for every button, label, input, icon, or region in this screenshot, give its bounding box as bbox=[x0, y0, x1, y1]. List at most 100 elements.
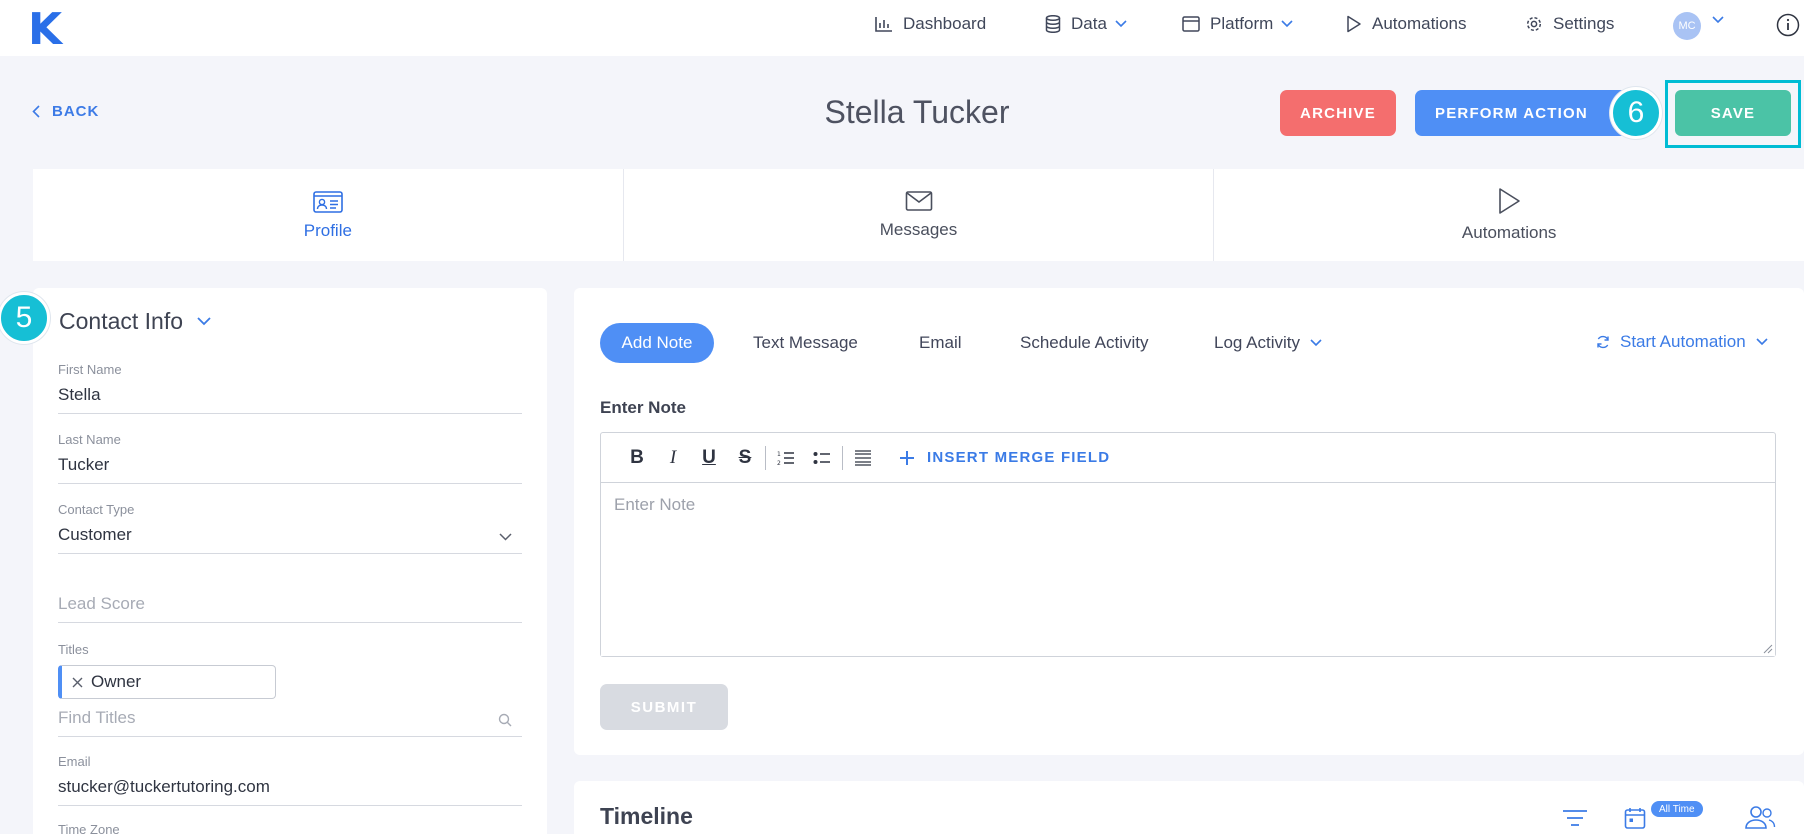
start-automation-label: Start Automation bbox=[1620, 332, 1746, 351]
contact-info-title: Contact Info bbox=[59, 308, 184, 334]
tab-messages[interactable]: Messages bbox=[624, 169, 1215, 261]
contact-type-value: Customer bbox=[58, 525, 132, 544]
first-name-field[interactable]: First Name Stella bbox=[58, 362, 522, 414]
svg-text:1: 1 bbox=[777, 451, 781, 458]
bullet-list-icon bbox=[813, 451, 830, 464]
page-title: Stella Tucker bbox=[824, 94, 1010, 130]
top-navigation: K Dashboard Data Platform Automations Se… bbox=[0, 0, 1804, 56]
horizontal-rule-button[interactable] bbox=[845, 443, 881, 473]
find-titles-field[interactable] bbox=[58, 705, 522, 737]
insert-merge-field-label: INSERT MERGE FIELD bbox=[927, 449, 1111, 466]
bold-button[interactable]: B bbox=[619, 443, 655, 473]
note-textarea[interactable] bbox=[601, 483, 1775, 656]
toolbar-divider bbox=[765, 445, 766, 470]
first-name-label: First Name bbox=[58, 362, 122, 377]
play-icon bbox=[1347, 15, 1361, 33]
filter-icon[interactable] bbox=[1562, 809, 1588, 827]
tab-log-activity[interactable]: Log Activity bbox=[1214, 323, 1322, 363]
ordered-list-icon: 12 bbox=[777, 451, 794, 466]
tab-automations-label: Automations bbox=[1461, 223, 1557, 242]
tab-email[interactable]: Email bbox=[919, 323, 962, 363]
nav-dashboard[interactable]: Dashboard bbox=[875, 12, 986, 36]
tab-schedule-activity[interactable]: Schedule Activity bbox=[1020, 323, 1149, 363]
title-chip-label: Owner bbox=[91, 672, 142, 691]
nav-data[interactable]: Data bbox=[1045, 12, 1127, 36]
bar-chart-icon bbox=[875, 17, 892, 32]
app-logo[interactable]: K bbox=[28, 4, 62, 55]
nav-platform[interactable]: Platform bbox=[1182, 12, 1293, 36]
strikethrough-button[interactable]: S bbox=[727, 443, 763, 473]
info-icon[interactable] bbox=[1776, 13, 1800, 37]
archive-button[interactable]: ARCHIVE bbox=[1280, 90, 1396, 136]
time-zone-label: Time Zone bbox=[58, 822, 120, 834]
lead-score-field[interactable]: Lead Score bbox=[58, 594, 522, 623]
titles-label: Titles bbox=[58, 642, 89, 657]
time-zone-field[interactable]: Time Zone bbox=[58, 822, 522, 834]
italic-button[interactable]: I bbox=[655, 443, 691, 473]
chevron-down-icon bbox=[1115, 20, 1127, 28]
find-titles-input[interactable] bbox=[58, 705, 478, 728]
contact-info-header[interactable]: Contact Info bbox=[59, 308, 211, 335]
tab-profile-label: Profile bbox=[303, 221, 352, 240]
last-name-label: Last Name bbox=[58, 432, 121, 447]
title-chip: Owner bbox=[58, 665, 276, 699]
envelope-icon bbox=[905, 191, 932, 211]
note-editor: B I U S 12 INSERT MERGE FIELD bbox=[600, 432, 1776, 657]
insert-merge-field-button[interactable]: INSERT MERGE FIELD bbox=[899, 449, 1110, 466]
play-icon bbox=[1499, 188, 1520, 214]
chevron-left-icon bbox=[32, 105, 40, 118]
timeline-panel: Timeline All Time bbox=[574, 781, 1804, 834]
contact-type-label: Contact Type bbox=[58, 502, 135, 517]
back-label: BACK bbox=[52, 103, 100, 120]
last-name-field[interactable]: Last Name Tucker bbox=[58, 432, 522, 484]
tab-profile[interactable]: Profile bbox=[33, 169, 624, 261]
back-link[interactable]: BACK bbox=[32, 103, 99, 120]
nav-automations-label: Automations bbox=[1372, 14, 1467, 33]
nav-automations[interactable]: Automations bbox=[1346, 12, 1467, 36]
close-icon[interactable] bbox=[72, 677, 83, 688]
underline-button[interactable]: U bbox=[691, 443, 727, 473]
start-automation-button[interactable]: Start Automation bbox=[1596, 332, 1768, 352]
tab-automations[interactable]: Automations bbox=[1214, 169, 1804, 261]
resize-grip-icon[interactable] bbox=[1763, 644, 1773, 654]
window-icon bbox=[1182, 16, 1200, 32]
gear-icon bbox=[1526, 16, 1542, 32]
tab-add-note[interactable]: Add Note bbox=[600, 323, 714, 363]
calendar-icon[interactable] bbox=[1624, 807, 1646, 829]
last-name-value[interactable]: Tucker bbox=[58, 455, 522, 483]
profile-tabs: Profile Messages Automations bbox=[33, 169, 1804, 261]
nav-platform-label: Platform bbox=[1210, 14, 1274, 33]
email-label: Email bbox=[58, 754, 91, 769]
tab-text-message[interactable]: Text Message bbox=[753, 323, 858, 363]
chevron-down-icon[interactable] bbox=[1712, 16, 1724, 24]
submit-button[interactable]: SUBMIT bbox=[600, 684, 728, 730]
database-icon bbox=[1045, 15, 1061, 33]
user-avatar[interactable]: MC bbox=[1673, 12, 1701, 40]
enter-note-label: Enter Note bbox=[600, 398, 686, 417]
toolbar-divider bbox=[842, 445, 843, 470]
tab-log-activity-label: Log Activity bbox=[1214, 333, 1300, 352]
refresh-icon bbox=[1597, 335, 1609, 349]
lead-score-placeholder: Lead Score bbox=[58, 594, 145, 613]
chevron-down-icon bbox=[1756, 338, 1768, 346]
first-name-value[interactable]: Stella bbox=[58, 385, 522, 413]
activity-panel: Add Note Text Message Email Schedule Act… bbox=[574, 288, 1804, 755]
email-field[interactable]: Email stucker@tuckertutoring.com bbox=[58, 754, 522, 806]
nav-settings[interactable]: Settings bbox=[1525, 12, 1614, 36]
chevron-down-icon bbox=[1281, 20, 1293, 28]
ordered-list-button[interactable]: 12 bbox=[768, 443, 804, 473]
chevron-down-icon bbox=[197, 317, 211, 326]
step-marker: 5 bbox=[0, 292, 50, 344]
plus-icon bbox=[900, 450, 914, 465]
save-button[interactable]: SAVE bbox=[1675, 90, 1791, 136]
email-value[interactable]: stucker@tuckertutoring.com bbox=[58, 777, 522, 805]
users-icon[interactable] bbox=[1744, 805, 1776, 829]
bullet-list-button[interactable] bbox=[804, 443, 840, 473]
nav-dashboard-label: Dashboard bbox=[903, 14, 987, 33]
horizontal-rule-icon bbox=[855, 449, 871, 466]
nav-settings-label: Settings bbox=[1553, 14, 1615, 33]
svg-text:2: 2 bbox=[777, 460, 781, 466]
contact-type-select[interactable]: Contact Type Customer bbox=[58, 502, 522, 554]
search-icon bbox=[498, 713, 512, 727]
chevron-down-icon bbox=[499, 533, 512, 541]
